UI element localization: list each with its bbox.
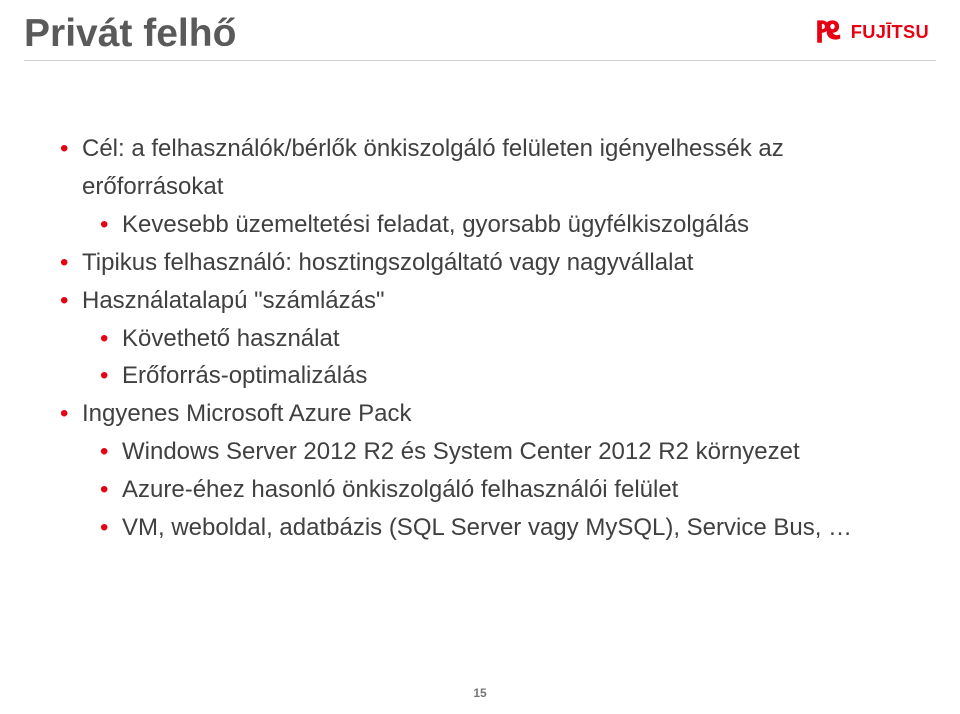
bullet-text: Ingyenes Microsoft Azure Pack — [82, 400, 411, 427]
bullet-text: Tipikus felhasználó: hosztingszolgáltató… — [82, 249, 693, 276]
bullet-text: Cél: a felhasználók/bérlők önkiszolgáló … — [82, 135, 784, 200]
bullet-item: Követhető használat — [100, 320, 920, 358]
bullet-item: VM, weboldal, adatbázis (SQL Server vagy… — [100, 509, 920, 547]
fujitsu-logo: FUJĪTSU — [816, 18, 934, 45]
bullet-item: Erőforrás-optimalizálás — [100, 357, 920, 395]
bullet-text: Követhető használat — [122, 325, 340, 352]
slide: Privát felhő FUJĪTSU Cél: a felhasználók… — [0, 0, 960, 714]
page-number: 15 — [473, 686, 486, 700]
bullet-text: Azure-éhez hasonló önkiszolgáló felhaszn… — [122, 476, 678, 503]
divider — [24, 60, 936, 61]
bullet-text: Erőforrás-optimalizálás — [122, 362, 367, 389]
bullet-item: Ingyenes Microsoft Azure Pack — [60, 395, 920, 433]
bullet-text: Használatalapú "számlázás" — [82, 287, 385, 314]
svg-text:FUJĪTSU: FUJĪTSU — [851, 21, 929, 42]
slide-title: Privát felhő — [24, 12, 236, 56]
slide-body: Cél: a felhasználók/bérlők önkiszolgáló … — [60, 130, 920, 547]
bullet-item: Cél: a felhasználók/bérlők önkiszolgáló … — [60, 130, 920, 206]
bullet-item: Tipikus felhasználó: hosztingszolgáltató… — [60, 244, 920, 282]
bullet-item: Kevesebb üzemeltetési feladat, gyorsabb … — [100, 206, 920, 244]
bullet-item: Azure-éhez hasonló önkiszolgáló felhaszn… — [100, 471, 920, 509]
bullet-text: Kevesebb üzemeltetési feladat, gyorsabb … — [122, 211, 749, 238]
bullet-text: VM, weboldal, adatbázis (SQL Server vagy… — [122, 514, 852, 541]
bullet-item: Használatalapú "számlázás" — [60, 282, 920, 320]
bullet-item: Windows Server 2012 R2 és System Center … — [100, 433, 920, 471]
bullet-text: Windows Server 2012 R2 és System Center … — [122, 438, 800, 465]
